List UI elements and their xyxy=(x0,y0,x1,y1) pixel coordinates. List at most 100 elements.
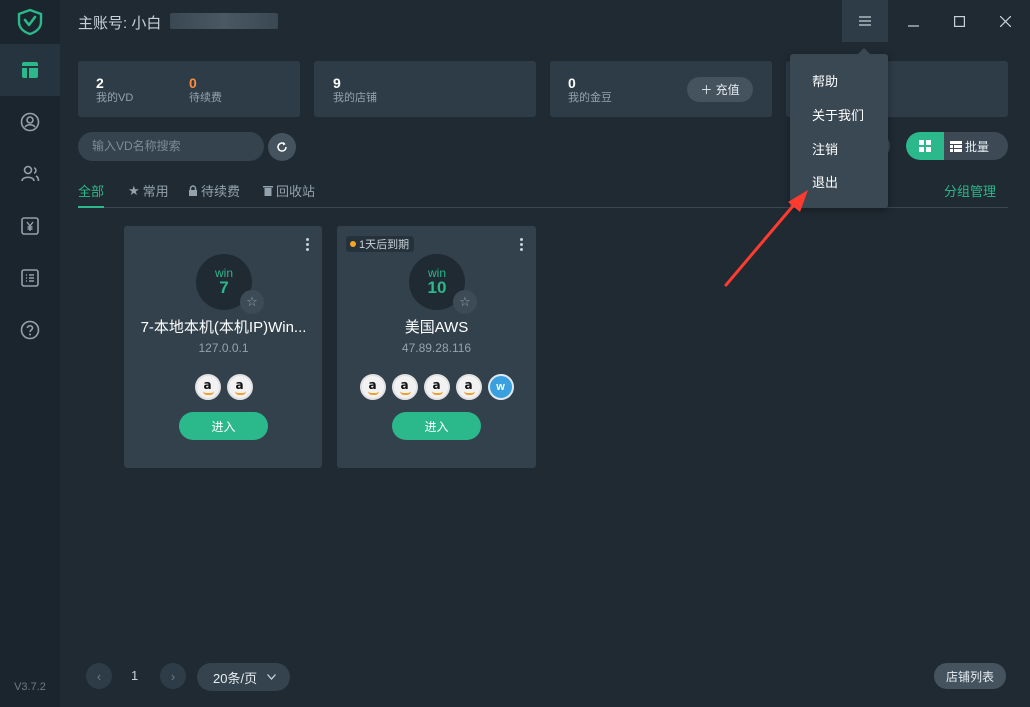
more-options-icon[interactable] xyxy=(518,238,524,254)
list-icon xyxy=(21,269,39,287)
per-page-select[interactable]: 20条/页 xyxy=(197,663,290,691)
batch-button[interactable]: 批量 xyxy=(950,132,989,160)
coins-count-label: 我的金豆 xyxy=(568,92,612,104)
menu-item-logout[interactable]: 注销 xyxy=(812,139,838,158)
stat-card-coins: 0 我的金豆 ＋ 充值 xyxy=(550,61,772,117)
enter-button[interactable]: 进入 xyxy=(392,412,481,440)
titlebar: 主账号: 小白 xyxy=(60,0,1030,42)
tab-all[interactable]: 全部 xyxy=(78,181,104,200)
warning-dot-icon xyxy=(350,241,356,247)
maximize-button[interactable] xyxy=(936,0,982,42)
view-toggle: 批量 xyxy=(906,132,1008,160)
grid-icon xyxy=(919,140,931,152)
refresh-icon xyxy=(277,142,287,152)
dashboard-icon xyxy=(22,62,38,78)
active-tab-underline xyxy=(78,206,104,208)
maximize-icon xyxy=(953,15,965,27)
shop-icons: a a xyxy=(124,374,323,400)
pending-count-label: 待续费 xyxy=(189,92,222,104)
tab-favorites-label: 常用 xyxy=(142,184,169,199)
stat-card-vd: 2 我的VD 0 待续费 xyxy=(78,61,300,117)
stores-count-label: 我的店铺 xyxy=(333,92,377,104)
vd-card: 1天后到期 win 10 ☆ 美国AWS 47.89.28.116 a a a … xyxy=(337,226,536,468)
vd-name: 美国AWS xyxy=(404,319,469,336)
sidebar-item-billing[interactable] xyxy=(0,200,60,252)
chevron-left-icon: ‹ xyxy=(96,668,102,684)
hamburger-icon xyxy=(859,16,871,26)
coins-count: 0 xyxy=(568,75,576,91)
enter-button[interactable]: 进入 xyxy=(179,412,268,440)
close-icon xyxy=(999,15,1011,27)
tab-favorites[interactable]: ★ 常用 xyxy=(128,181,169,200)
trash-icon xyxy=(263,186,273,196)
batch-label: 批量 xyxy=(965,139,990,154)
minimize-icon xyxy=(907,24,919,27)
amazon-shop-icon[interactable]: a xyxy=(423,374,450,400)
search-input[interactable]: 输入VD名称搜索 xyxy=(78,132,264,161)
expiry-badge-label: 1天后到期 xyxy=(359,239,410,251)
sidebar-item-profile[interactable] xyxy=(0,96,60,148)
lock-icon xyxy=(189,185,197,196)
next-page-button[interactable]: › xyxy=(160,663,186,689)
account-label: 主账号: 小白 xyxy=(78,15,162,32)
sidebar-item-dashboard[interactable] xyxy=(0,44,60,96)
table-icon xyxy=(950,140,962,152)
pending-count: 0 xyxy=(189,75,197,91)
sidebar-item-help[interactable] xyxy=(0,304,60,356)
help-icon xyxy=(20,320,40,340)
vd-name: 7-本地本机(本机IP)Win... xyxy=(140,319,307,336)
tab-recycle-bin[interactable]: 回收站 xyxy=(263,181,315,200)
tab-recycle-label: 回收站 xyxy=(276,184,316,199)
sidebar-item-members[interactable] xyxy=(0,148,60,200)
refresh-button[interactable] xyxy=(268,133,296,161)
wish-shop-icon[interactable]: w xyxy=(487,374,514,400)
menu-item-help[interactable]: 帮助 xyxy=(812,71,838,90)
sidebar-item-logs[interactable] xyxy=(0,252,60,304)
grid-view-button[interactable] xyxy=(906,132,944,160)
prev-page-button[interactable]: ‹ xyxy=(86,663,112,689)
shop-list-button[interactable]: 店铺列表 xyxy=(934,663,1006,689)
annotation-arrow-icon xyxy=(724,190,808,287)
shield-logo-icon xyxy=(17,8,43,36)
menu-button[interactable] xyxy=(842,0,888,42)
menu-item-exit[interactable]: 退出 xyxy=(812,172,838,191)
recharge-button[interactable]: ＋ 充值 xyxy=(687,77,753,102)
menu-item-about[interactable]: 关于我们 xyxy=(812,105,864,124)
amazon-shop-icon[interactable]: a xyxy=(226,374,253,400)
stat-card-stores[interactable]: 9 我的店铺 xyxy=(314,61,536,117)
yen-icon xyxy=(21,217,39,235)
tab-pending-renewal[interactable]: 待续费 xyxy=(188,181,240,200)
chevron-right-icon: › xyxy=(170,668,176,684)
close-button[interactable] xyxy=(982,0,1028,42)
sidebar: V3.7.2 xyxy=(0,0,60,707)
amazon-shop-icon[interactable]: a xyxy=(359,374,386,400)
per-page-value: 20条/页 xyxy=(213,670,258,686)
stores-count: 9 xyxy=(333,75,341,91)
vd-ip: 127.0.0.1 xyxy=(198,341,249,355)
users-icon xyxy=(21,165,40,182)
chevron-down-icon xyxy=(267,674,277,680)
user-circle-icon xyxy=(20,112,40,132)
amazon-shop-icon[interactable]: a xyxy=(194,374,221,400)
more-options-icon[interactable] xyxy=(304,238,310,254)
group-management-link[interactable]: 分组管理 xyxy=(944,181,996,200)
current-page[interactable]: 1 xyxy=(131,668,138,683)
minimize-button[interactable] xyxy=(890,0,936,42)
main-menu-dropdown: 帮助 关于我们 注销 退出 xyxy=(790,48,888,208)
vd-count-label: 我的VD xyxy=(96,92,134,104)
redacted-account-id xyxy=(170,13,278,29)
tab-pending-label: 待续费 xyxy=(201,184,241,199)
amazon-shop-icon[interactable]: a xyxy=(455,374,482,400)
vd-card: win 7 ☆ 7-本地本机(本机IP)Win... 127.0.0.1 a a… xyxy=(124,226,322,468)
amazon-shop-icon[interactable]: a xyxy=(391,374,418,400)
shop-icons: a a a a w xyxy=(337,374,536,400)
tab-all-label: 全部 xyxy=(78,184,105,199)
vd-ip: 47.89.28.116 xyxy=(401,341,472,355)
expiry-badge: 1天后到期 xyxy=(346,236,415,252)
favorite-star-icon[interactable]: ☆ xyxy=(453,290,477,314)
star-icon: ★ xyxy=(128,182,140,198)
pending-renewal-stat[interactable]: 0 待续费 xyxy=(189,75,222,105)
version-label: V3.7.2 xyxy=(14,681,46,693)
favorite-star-icon[interactable]: ☆ xyxy=(240,290,264,314)
vd-count: 2 xyxy=(96,75,104,91)
